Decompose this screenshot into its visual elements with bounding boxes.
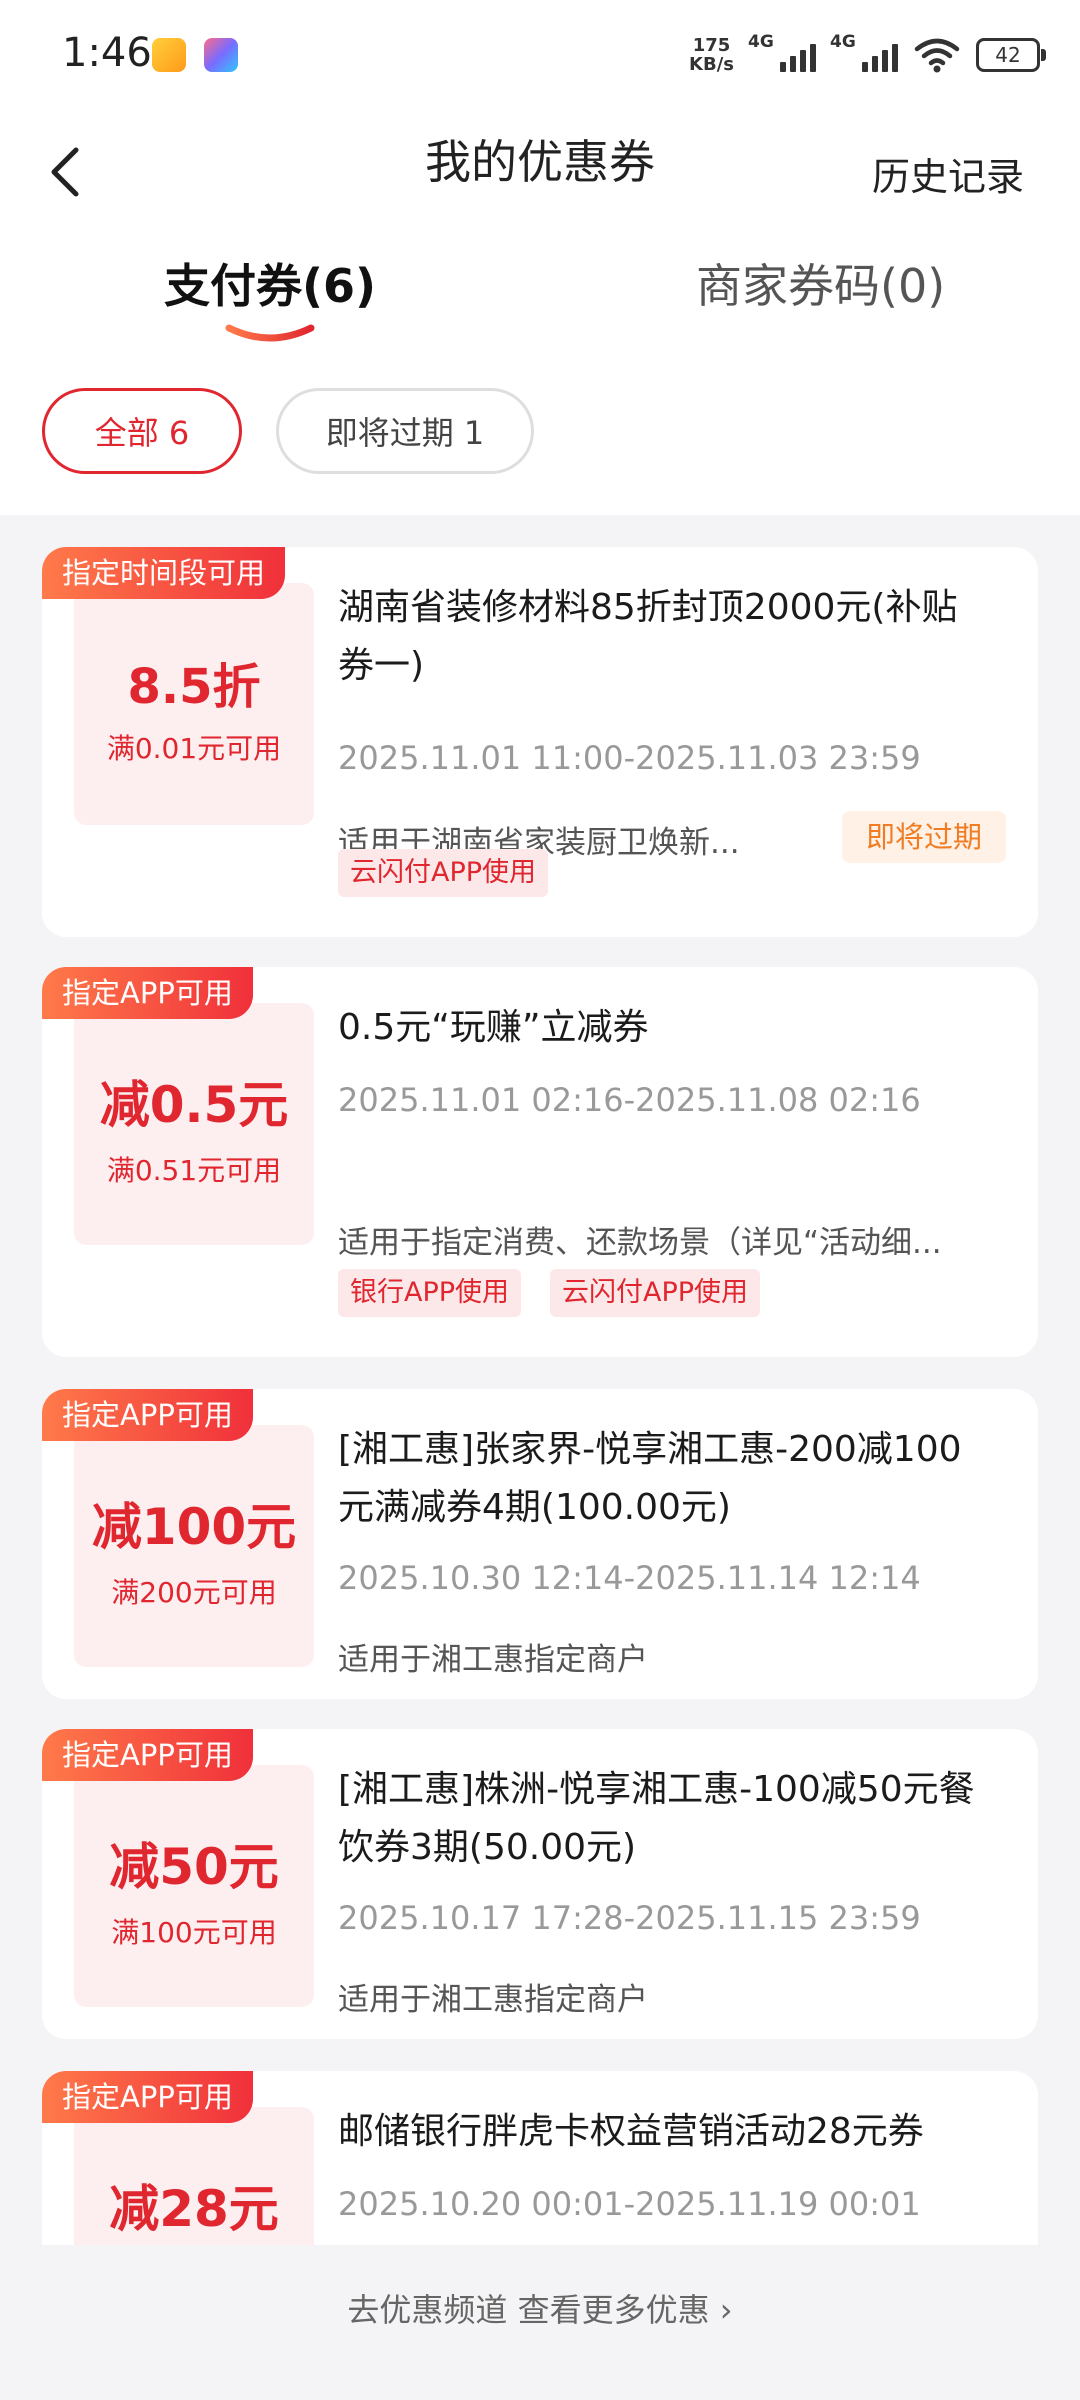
history-link[interactable]: 历史记录 bbox=[872, 146, 1024, 201]
tab-active-indicator bbox=[225, 324, 315, 342]
filter-all[interactable]: 全部 6 bbox=[42, 388, 242, 474]
coupon-card[interactable]: 指定时间段可用 8.5折 满0.01元可用 湖南省装修材料85折封顶2000元(… bbox=[42, 547, 1038, 937]
coupon-tag: 指定APP可用 bbox=[42, 967, 253, 1019]
network-speed-value: 175 bbox=[692, 35, 731, 56]
wifi-icon bbox=[914, 38, 960, 73]
coupon-condition: 满200元可用 bbox=[111, 1576, 277, 1609]
coupon-validity: 2025.10.20 00:01-2025.11.19 00:01 bbox=[338, 2185, 921, 2223]
coupon-condition: 满0.01元可用 bbox=[106, 732, 282, 765]
coupon-tag: 指定APP可用 bbox=[42, 2071, 253, 2123]
channel-pill: 云闪付APP使用 bbox=[338, 849, 549, 897]
coupon-title: [湘工惠]张家界-悦享湘工惠-200减100元满减券4期(100.00元) bbox=[338, 1429, 962, 1528]
coupon-title: 湖南省装修材料85折封顶2000元(补贴券一) bbox=[338, 587, 958, 686]
coupon-validity: 2025.10.30 12:14-2025.11.14 12:14 bbox=[338, 1559, 921, 1597]
network-speed: 175 KB/s bbox=[689, 36, 734, 74]
coupon-tag: 指定APP可用 bbox=[42, 1729, 253, 1781]
filter-expiring[interactable]: 即将过期 1 bbox=[276, 388, 534, 474]
coupon-card[interactable]: 指定APP可用 减50元 满100元可用 [湘工惠]株洲-悦享湘工惠-100减5… bbox=[42, 1729, 1038, 2039]
game-app-icon bbox=[204, 38, 238, 72]
coupon-amount: 减50元 bbox=[109, 1838, 279, 1896]
coupon-tag: 指定时间段可用 bbox=[42, 547, 286, 599]
coupon-validity: 2025.10.17 17:28-2025.11.15 23:59 bbox=[338, 1899, 921, 1937]
page-header: 我的优惠券 历史记录 支付券(6) 商家券码(0) 全部 6 即将过期 1 bbox=[0, 110, 1080, 515]
channel-pill: 云闪付APP使用 bbox=[550, 1269, 761, 1317]
coupon-amount: 8.5折 bbox=[127, 659, 261, 715]
gallery-app-icon bbox=[152, 38, 186, 72]
coupon-title: [湘工惠]株洲-悦享湘工惠-100减50元餐饮券3期(50.00元) bbox=[338, 1769, 975, 1868]
coupon-amount: 减0.5元 bbox=[99, 1076, 289, 1134]
coupon-condition: 满0.51元可用 bbox=[106, 1154, 282, 1187]
coupon-description: 适用于指定消费、还款场景（详见“活动细... bbox=[338, 1225, 942, 1261]
more-offers-link[interactable]: 去优惠频道 查看更多优惠 › bbox=[0, 2285, 1080, 2331]
tab-merchant-codes[interactable]: 商家券码(0) bbox=[696, 250, 945, 316]
signal-icon: 4G bbox=[748, 32, 816, 72]
expiring-badge: 即将过期 bbox=[841, 811, 1006, 863]
coupon-value-box: 减50元 满100元可用 bbox=[74, 1765, 314, 2007]
coupon-tag: 指定APP可用 bbox=[42, 1389, 253, 1441]
coupon-card[interactable]: 指定APP可用 减100元 满200元可用 [湘工惠]张家界-悦享湘工惠-200… bbox=[42, 1389, 1038, 1699]
status-time: 1:46 bbox=[62, 30, 152, 76]
coupon-validity: 2025.11.01 02:16-2025.11.08 02:16 bbox=[338, 1081, 921, 1119]
network-type: 4G bbox=[830, 32, 856, 52]
coupon-validity: 2025.11.01 11:00-2025.11.03 23:59 bbox=[338, 739, 921, 777]
coupon-condition: 满100元可用 bbox=[111, 1916, 277, 1949]
coupon-description: 适用于湘工惠指定商户 bbox=[338, 1982, 648, 2018]
coupon-value-box: 减100元 满200元可用 bbox=[74, 1425, 314, 1667]
tab-payment-coupons[interactable]: 支付券(6) bbox=[164, 250, 376, 316]
channel-pill: 银行APP使用 bbox=[338, 1269, 522, 1317]
network-speed-unit: KB/s bbox=[689, 54, 734, 75]
status-bar: 1:46 175 KB/s 4G 4G 42 bbox=[0, 0, 1080, 110]
network-type: 4G bbox=[748, 32, 774, 52]
coupon-list: 指定时间段可用 8.5折 满0.01元可用 湖南省装修材料85折封顶2000元(… bbox=[0, 515, 1080, 2245]
coupon-title: 0.5元“玩赚”立减券 bbox=[338, 1007, 649, 1048]
signal-icon: 4G bbox=[830, 32, 898, 72]
coupon-amount: 减100元 bbox=[91, 1498, 297, 1556]
coupon-value-box: 减0.5元 满0.51元可用 bbox=[74, 1003, 314, 1245]
coupon-title: 邮储银行胖虎卡权益营销活动28元券 bbox=[338, 2111, 924, 2152]
status-indicators: 175 KB/s 4G 4G 42 bbox=[689, 32, 1046, 76]
footer: 去优惠频道 查看更多优惠 › bbox=[0, 2245, 1080, 2400]
coupon-value-box: 减28元 bbox=[74, 2107, 314, 2245]
coupon-card[interactable]: 指定APP可用 减28元 邮储银行胖虎卡权益营销活动28元券 2025.10.2… bbox=[42, 2071, 1038, 2245]
coupon-value-box: 8.5折 满0.01元可用 bbox=[74, 583, 314, 825]
battery-icon: 42 bbox=[976, 38, 1046, 72]
coupon-description: 适用于湘工惠指定商户 bbox=[338, 1642, 648, 1678]
coupon-card[interactable]: 指定APP可用 减0.5元 满0.51元可用 0.5元“玩赚”立减券 2025.… bbox=[42, 967, 1038, 1357]
coupon-amount: 减28元 bbox=[109, 2180, 279, 2238]
